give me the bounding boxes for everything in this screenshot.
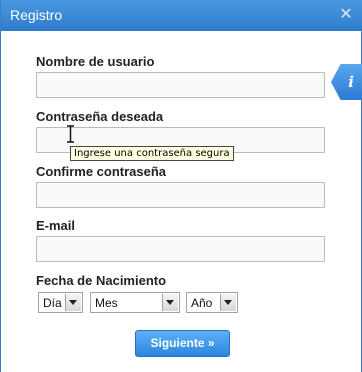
email-field[interactable] bbox=[36, 236, 325, 262]
birthdate-label: Fecha de Nacimiento bbox=[36, 273, 167, 288]
day-select-value: Día bbox=[43, 296, 62, 310]
password-tooltip: Ingrese una contraseña segura bbox=[70, 146, 234, 161]
username-label: Nombre de usuario bbox=[36, 54, 155, 69]
year-select-value: Año bbox=[191, 296, 213, 310]
year-select[interactable]: Año bbox=[186, 292, 238, 313]
month-select[interactable]: Mes bbox=[90, 292, 180, 313]
month-select-value: Mes bbox=[95, 296, 118, 310]
text-cursor-icon bbox=[67, 125, 74, 143]
day-select[interactable]: Día bbox=[38, 292, 83, 313]
chevron-down-icon bbox=[65, 294, 81, 311]
chevron-down-icon bbox=[220, 294, 236, 311]
email-label: E-mail bbox=[36, 218, 76, 233]
chevron-down-icon bbox=[162, 294, 178, 311]
confirm-password-field[interactable] bbox=[36, 182, 325, 208]
dialog-title: Registro bbox=[10, 7, 63, 23]
dialog-titlebar: Registro ✕ bbox=[1, 0, 362, 31]
next-button[interactable]: Siguiente » bbox=[135, 330, 230, 357]
registration-dialog: Registro ✕ Nombre de usuario i Contraseñ… bbox=[0, 0, 362, 372]
close-icon[interactable]: ✕ bbox=[337, 5, 355, 23]
info-glyph: i bbox=[348, 73, 354, 91]
confirm-password-label: Confirme contraseña bbox=[36, 164, 167, 179]
info-icon[interactable]: i bbox=[331, 64, 362, 100]
password-label: Contraseña deseada bbox=[36, 109, 164, 124]
username-field[interactable] bbox=[36, 72, 325, 98]
